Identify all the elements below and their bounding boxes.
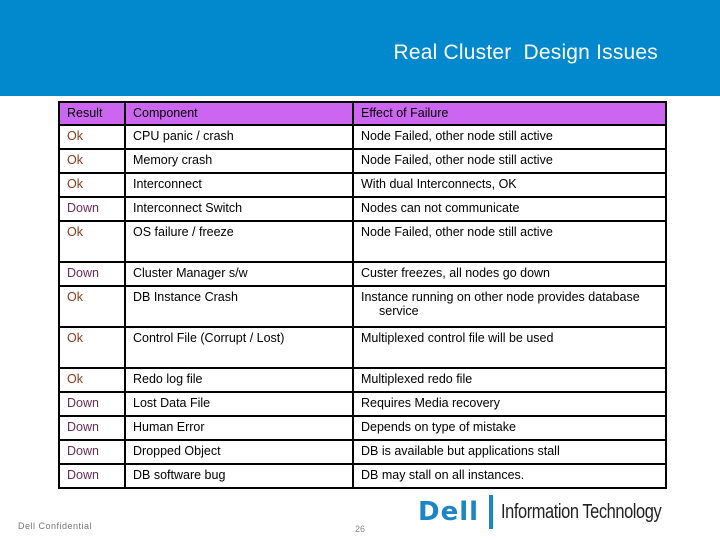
component-cell: Interconnect Switch [124, 196, 354, 222]
table-row: Down Human Error Depends on type of mist… [58, 415, 667, 441]
result-cell: Down [58, 439, 126, 465]
table-row: Ok Redo log file Multiplexed redo file [58, 367, 667, 393]
dell-it-logo: Dell Information Technology [418, 494, 696, 530]
effect-cell: Node Failed, other node still active [352, 148, 667, 174]
component-cell: DB software bug [124, 463, 354, 489]
effect-text-continued: service [379, 304, 419, 318]
result-cell: Ok [58, 326, 126, 369]
result-cell: Down [58, 391, 126, 417]
effect-cell: Multiplexed control file will be used [352, 326, 667, 369]
component-cell: Control File (Corrupt / Lost) [124, 326, 354, 369]
result-cell: Ok [58, 148, 126, 174]
effect-cell: Multiplexed redo file [352, 367, 667, 393]
result-cell: Down [58, 196, 126, 222]
component-cell: Lost Data File [124, 391, 354, 417]
effect-cell: DB is available but applications stall [352, 439, 667, 465]
table-row: Ok Interconnect With dual Interconnects,… [58, 172, 667, 198]
dell-logo-wordmark: Dell [418, 497, 480, 527]
effect-cell: Instance running on other node provides … [352, 285, 667, 328]
table-row: Down Lost Data File Requires Media recov… [58, 391, 667, 417]
slide-title: Real Cluster Design Issues [393, 41, 658, 64]
table-row: Ok DB Instance Crash Instance running on… [58, 285, 667, 328]
component-cell: Memory crash [124, 148, 354, 174]
effect-cell: Nodes can not communicate [352, 196, 667, 222]
table-row: Down Dropped Object DB is available but … [58, 439, 667, 465]
design-issues-table-container: Result Component Effect of Failure Ok CP… [58, 101, 667, 489]
logo-tagline: Information Technology [501, 500, 662, 523]
component-cell: Dropped Object [124, 439, 354, 465]
result-cell: Down [58, 463, 126, 489]
column-header-result: Result [58, 101, 126, 126]
column-header-component: Component [124, 101, 354, 126]
table-row: Ok CPU panic / crash Node Failed, other … [58, 124, 667, 150]
effect-cell: Custer freezes, all nodes go down [352, 261, 667, 287]
result-cell: Ok [58, 220, 126, 263]
effect-text: Instance running on other node provides … [361, 290, 640, 304]
result-cell: Ok [58, 367, 126, 393]
component-cell: DB Instance Crash [124, 285, 354, 328]
result-cell: Down [58, 261, 126, 287]
page-number: 26 [355, 524, 366, 534]
effect-cell: Node Failed, other node still active [352, 220, 667, 263]
result-cell: Ok [58, 172, 126, 198]
result-cell: Down [58, 415, 126, 441]
column-header-effect: Effect of Failure [352, 101, 667, 126]
effect-cell: Depends on type of mistake [352, 415, 667, 441]
result-cell: Ok [58, 124, 126, 150]
table-row: Ok Control File (Corrupt / Lost) Multipl… [58, 326, 667, 369]
logo-divider [489, 495, 494, 529]
table-header-row: Result Component Effect of Failure [58, 101, 667, 126]
effect-cell: DB may stall on all instances. [352, 463, 667, 489]
design-issues-table: Result Component Effect of Failure Ok CP… [58, 101, 667, 489]
component-cell: Interconnect [124, 172, 354, 198]
slide-header: Real Cluster Design Issues [0, 0, 720, 96]
table-row: Down Interconnect Switch Nodes can not c… [58, 196, 667, 222]
table-row: Down DB software bug DB may stall on all… [58, 463, 667, 489]
effect-cell: With dual Interconnects, OK [352, 172, 667, 198]
component-cell: Cluster Manager s/w [124, 261, 354, 287]
effect-cell: Requires Media recovery [352, 391, 667, 417]
component-cell: Redo log file [124, 367, 354, 393]
effect-cell: Node Failed, other node still active [352, 124, 667, 150]
component-cell: CPU panic / crash [124, 124, 354, 150]
table-row: Ok OS failure / freeze Node Failed, othe… [58, 220, 667, 263]
component-cell: OS failure / freeze [124, 220, 354, 263]
table-row: Down Cluster Manager s/w Custer freezes,… [58, 261, 667, 287]
table-row: Ok Memory crash Node Failed, other node … [58, 148, 667, 174]
result-cell: Ok [58, 285, 126, 328]
confidential-label: Dell Confidential [18, 521, 93, 531]
component-cell: Human Error [124, 415, 354, 441]
